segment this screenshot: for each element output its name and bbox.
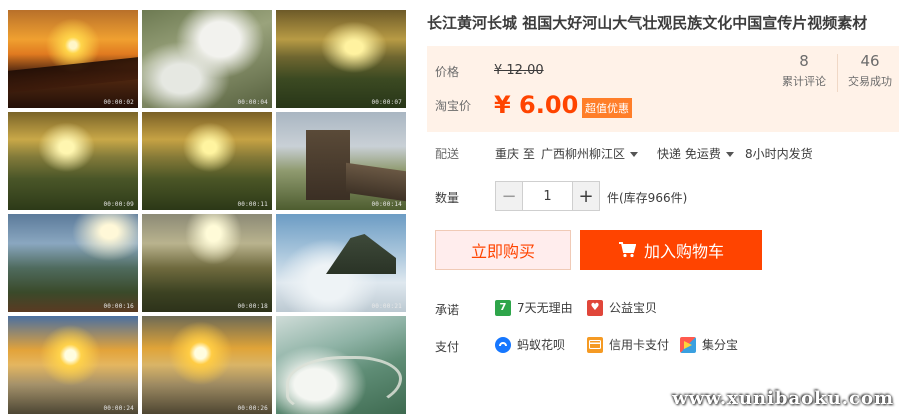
delivery-method-select[interactable]: 快递 免运费 xyxy=(657,145,734,162)
thumbnail-10[interactable]: 00:00:24 xyxy=(8,316,138,414)
quantity-label: 数量 xyxy=(435,191,460,205)
sales-count-label: 交易成功 xyxy=(848,75,892,88)
delivery-row: 配送 重庆 至 广西柳州柳江区 快递 免运费 8小时内发货 xyxy=(435,145,855,163)
sales-count-stat: 46 交易成功 xyxy=(840,52,900,89)
thumbnail-2[interactable]: 00:00:04 xyxy=(142,10,272,108)
delivery-from: 重庆 至 xyxy=(495,147,535,161)
thumbnail-timestamp: 00:00:24 xyxy=(103,405,134,412)
thumbnail-timestamp: 00:00:18 xyxy=(237,303,268,310)
jifenbao-text: 集分宝 xyxy=(702,338,739,352)
stats-divider xyxy=(837,54,838,92)
site-watermark: www.xunibaoku.com xyxy=(672,388,894,409)
chevron-down-icon xyxy=(725,152,734,157)
thumbnail-timestamp: 00:00:02 xyxy=(103,99,134,106)
great-wall-tower-shape xyxy=(306,130,350,200)
thumbnail-12[interactable] xyxy=(276,316,406,414)
product-title: 长江黄河长城 祖国大好河山大气壮观民族文化中国宣传片视频素材 xyxy=(427,14,868,32)
thumbnail-4[interactable]: 00:00:09 xyxy=(8,112,138,210)
thumbnail-11[interactable]: 00:00:26 xyxy=(142,316,272,414)
ship-time: 8小时内发货 xyxy=(745,147,813,161)
chevron-down-icon xyxy=(630,152,639,157)
thumbnail-timestamp: 00:00:26 xyxy=(237,405,268,412)
delivery-label: 配送 xyxy=(435,147,460,161)
review-count: 8 xyxy=(799,52,809,70)
delivery-destination: 广西柳州柳江区 xyxy=(541,147,626,161)
charity-item-service[interactable]: ♥ 公益宝贝 xyxy=(587,299,657,316)
promise-label: 承诺 xyxy=(435,303,460,317)
payment-label: 支付 xyxy=(435,340,460,354)
buy-now-label: 立即购买 xyxy=(470,242,535,261)
price-panel: 价格 ¥ 12.00 淘宝价 ¥ 6.00 超值优惠 8 累计评论 46 交易成… xyxy=(427,46,899,132)
charity-heart-icon: ♥ xyxy=(587,299,603,316)
jifenbao-payment[interactable]: 集分宝 xyxy=(680,336,738,353)
thumbnail-timestamp: 00:00:11 xyxy=(237,201,268,208)
original-price: ¥ 12.00 xyxy=(494,63,544,78)
thumbnail-timestamp: 00:00:04 xyxy=(237,99,268,106)
quantity-input[interactable]: 1 xyxy=(523,182,572,210)
seven-day-return-text: 7天无理由 xyxy=(517,301,573,315)
thumbnail-7[interactable]: 00:00:16 xyxy=(8,214,138,312)
thumbnail-timestamp: 00:00:09 xyxy=(103,201,134,208)
stock-info: 件(库存966件) xyxy=(607,191,688,205)
thumbnail-6[interactable]: 00:00:14 xyxy=(276,112,406,210)
credit-card-payment[interactable]: 信用卡支付 xyxy=(587,336,669,353)
seven-day-return-service[interactable]: 7 7天无理由 xyxy=(495,299,573,316)
original-price-label: 价格 xyxy=(435,65,460,79)
thumbnail-timestamp: 00:00:16 xyxy=(103,303,134,310)
thumbnail-1[interactable]: 00:00:02 xyxy=(8,10,138,108)
credit-card-icon xyxy=(587,336,603,353)
add-to-cart-button[interactable]: 加入购物车 xyxy=(580,230,762,270)
review-count-stat[interactable]: 8 累计评论 xyxy=(774,52,834,89)
delivery-destination-select[interactable]: 广西柳州柳江区 xyxy=(541,145,639,162)
taobao-price: ¥ 6.00 xyxy=(494,91,579,119)
increase-quantity-button[interactable]: + xyxy=(572,182,599,210)
charity-item-text: 公益宝贝 xyxy=(609,301,658,315)
add-to-cart-label: 加入购物车 xyxy=(643,242,724,261)
huabei-icon xyxy=(495,336,511,353)
delivery-method: 快递 免运费 xyxy=(657,147,721,161)
thumbnail-5[interactable]: 00:00:11 xyxy=(142,112,272,210)
promo-badge: 超值优惠 xyxy=(582,98,632,118)
thumbnail-8[interactable]: 00:00:18 xyxy=(142,214,272,312)
thumbnail-9[interactable]: 00:00:21 xyxy=(276,214,406,312)
seven-day-return-icon: 7 xyxy=(495,299,511,316)
thumbnail-timestamp: 00:00:14 xyxy=(371,201,402,208)
thumbnail-3[interactable]: 00:00:07 xyxy=(276,10,406,108)
decrease-quantity-button[interactable]: − xyxy=(496,182,523,210)
thumbnail-timestamp: 00:00:07 xyxy=(371,99,402,106)
huabei-text: 蚂蚁花呗 xyxy=(517,338,566,352)
huabei-payment[interactable]: 蚂蚁花呗 xyxy=(495,336,565,353)
review-count-label: 累计评论 xyxy=(782,75,826,88)
taobao-price-label: 淘宝价 xyxy=(435,99,472,113)
sales-count: 46 xyxy=(860,52,880,70)
video-thumbnail-grid: 00:00:02 00:00:04 00:00:07 00:00:09 00:0… xyxy=(8,10,406,414)
credit-card-text: 信用卡支付 xyxy=(609,338,670,352)
shopping-cart-icon xyxy=(618,242,637,258)
quantity-stepper: − 1 + xyxy=(495,181,600,211)
buy-now-button[interactable]: 立即购买 xyxy=(435,230,571,270)
jifenbao-icon xyxy=(680,336,696,353)
thumbnail-timestamp: 00:00:21 xyxy=(371,303,402,310)
great-wall-rampart-shape xyxy=(346,162,406,202)
